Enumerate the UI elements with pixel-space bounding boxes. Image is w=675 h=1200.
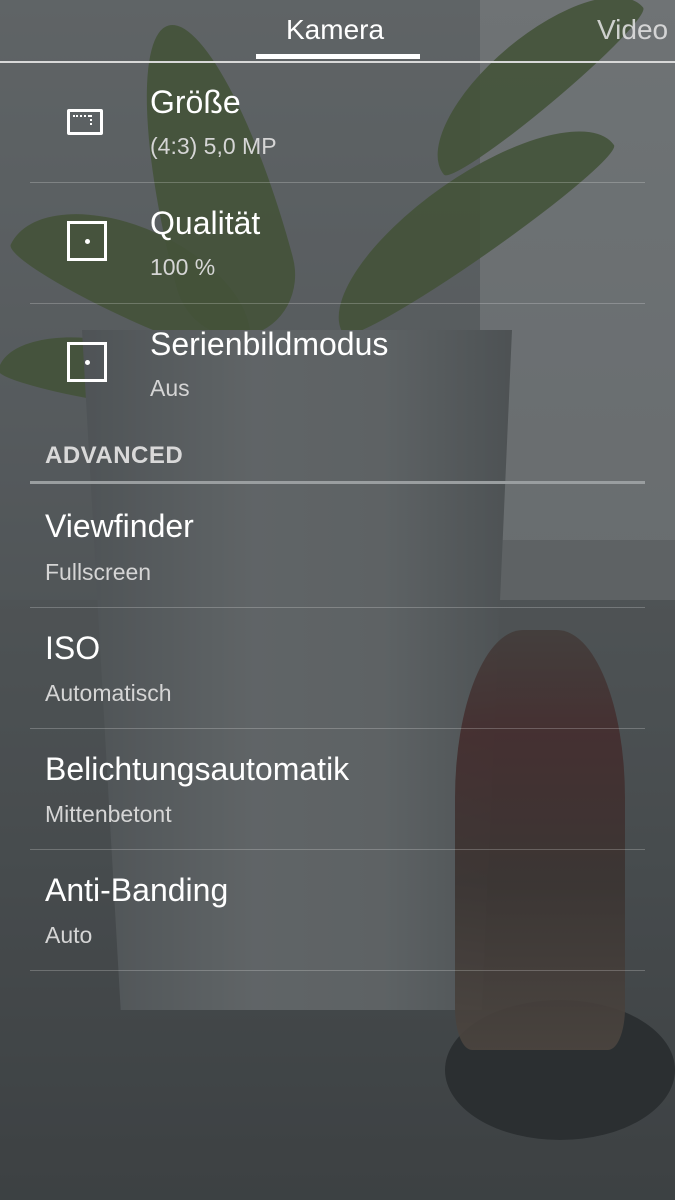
picture-size-icon [67,109,103,135]
setting-title: Viewfinder [45,508,194,544]
setting-row-viewfinder[interactable]: Viewfinder Fullscreen [30,486,645,608]
tab-video[interactable]: Video [597,14,668,46]
section-divider [30,481,645,484]
setting-row-exposure-metering[interactable]: Belichtungsautomatik Mittenbetont [30,729,645,850]
section-header-advanced: ADVANCED [45,442,184,469]
setting-row-anti-banding[interactable]: Anti-Banding Auto [30,850,645,971]
setting-title: Belichtungsautomatik [45,751,350,787]
setting-title: Qualität [150,205,261,241]
setting-title: Anti-Banding [45,872,229,908]
settings-tab-bar: Kamera Video [0,0,675,63]
tab-kamera[interactable]: Kamera [286,14,384,46]
tab-selected-indicator [256,54,420,59]
setting-row-iso[interactable]: ISO Automatisch [30,608,645,729]
setting-title: Größe [150,84,241,120]
setting-value: 100 % [150,254,216,280]
setting-value: Mittenbetont [45,801,172,827]
quality-icon [67,221,107,261]
setting-title: Serienbildmodus [150,326,389,362]
setting-value: Aus [150,375,190,401]
setting-value: (4:3) 5,0 MP [150,133,277,159]
setting-value: Automatisch [45,680,172,706]
setting-value: Auto [45,922,93,948]
burst-mode-icon [67,342,107,382]
setting-row-size[interactable]: Größe (4:3) 5,0 MP [30,62,645,183]
setting-value: Fullscreen [45,559,152,585]
setting-row-quality[interactable]: Qualität 100 % [30,183,645,304]
setting-title: ISO [45,630,101,666]
setting-row-burst[interactable]: Serienbildmodus Aus [30,304,645,424]
